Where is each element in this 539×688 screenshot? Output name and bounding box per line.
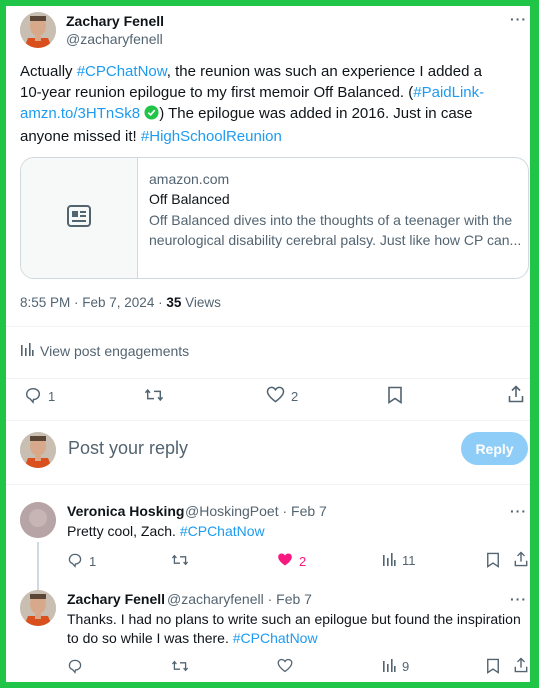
views-action[interactable]: 9 <box>382 658 409 675</box>
reply-author-handle[interactable]: @zacharyfenell · Feb 7 <box>167 591 312 607</box>
tweet-text-segment: ) The epilogue was added in 2016. Just i… <box>159 105 473 122</box>
reply-avatar[interactable] <box>20 502 56 538</box>
divider <box>6 378 530 379</box>
thread-connector <box>37 542 39 590</box>
reply-text: Pretty cool, Zach. #CPChatNow <box>67 522 265 541</box>
reply-text-line: Thanks. I had no plans to write such an … <box>67 611 521 627</box>
heart-icon <box>277 658 293 676</box>
reply-avatar[interactable] <box>20 590 56 626</box>
reply-action[interactable]: 1 <box>67 552 96 571</box>
reply-author-name[interactable]: Veronica Hosking <box>67 503 184 519</box>
view-engagements-link[interactable]: View post engagements <box>20 342 189 359</box>
reply-author-name[interactable]: Zachary Fenell <box>67 591 165 607</box>
reply-icon <box>24 386 42 407</box>
retweet-action[interactable] <box>144 386 164 407</box>
author-handle[interactable]: @zacharyfenell <box>66 31 163 47</box>
reply-text-segment: to do so while I was there. <box>67 630 233 646</box>
card-domain: amazon.com <box>149 171 230 187</box>
share-icon <box>514 551 528 570</box>
link-preview-card[interactable]: amazon.com Off Balanced Off Balanced div… <box>20 157 529 279</box>
reply-icon <box>67 552 83 571</box>
author-name[interactable]: Zachary Fenell <box>66 13 164 29</box>
bookmark-action[interactable] <box>486 658 500 677</box>
card-description-line: Off Balanced dives into the thoughts of … <box>149 212 513 228</box>
analytics-icon <box>382 658 396 675</box>
tweet-text-segment: anyone missed it! <box>20 128 141 145</box>
bookmark-action[interactable] <box>387 386 403 407</box>
share-icon <box>514 657 528 676</box>
reply-input[interactable]: Post your reply <box>68 438 188 459</box>
share-action[interactable] <box>514 657 528 676</box>
user-avatar[interactable] <box>20 432 56 468</box>
tweet-thread-frame: Zachary Fenell @zacharyfenell ··· Actual… <box>6 6 530 682</box>
tweet-text-segment: , the reunion was such an experience I a… <box>166 63 482 80</box>
views-count: 35 <box>166 295 182 310</box>
tweet-text: Actually #CPChatNow, the reunion was suc… <box>20 61 520 147</box>
reply-count: 1 <box>48 389 56 404</box>
timestamp-text[interactable]: 8:55 PM · Feb 7, 2024 · <box>20 295 166 310</box>
views-count: 9 <box>402 659 410 674</box>
reply-action[interactable]: 1 <box>24 386 55 407</box>
views-count: 11 <box>402 553 416 568</box>
document-icon <box>67 204 91 232</box>
reply-action[interactable] <box>67 658 83 677</box>
author-avatar[interactable] <box>20 12 56 48</box>
retweet-icon <box>171 658 189 677</box>
more-options-icon[interactable]: ··· <box>510 11 527 27</box>
like-count: 2 <box>291 388 299 404</box>
card-title: Off Balanced <box>149 191 230 207</box>
reply-icon <box>67 658 83 677</box>
views-label: Views <box>181 295 221 310</box>
share-action[interactable] <box>514 551 528 570</box>
reply-text: Thanks. I had no plans to write such an … <box>67 610 527 648</box>
card-thumbnail <box>21 158 138 278</box>
more-options-icon[interactable]: ··· <box>510 503 527 519</box>
divider <box>6 484 530 485</box>
divider <box>6 326 530 327</box>
share-action[interactable] <box>508 385 524 406</box>
divider <box>6 420 530 421</box>
like-count: 2 <box>299 553 307 569</box>
tweet-text-segment: 10-year reunion epilogue to my first mem… <box>20 84 414 101</box>
tweet-text-segment: Actually <box>20 63 77 80</box>
card-description: Off Balanced dives into the thoughts of … <box>149 210 523 250</box>
hashtag-link[interactable]: #PaidLink- <box>413 84 484 101</box>
bookmark-icon <box>486 658 500 677</box>
bookmark-icon <box>387 386 403 407</box>
like-action[interactable] <box>277 658 293 676</box>
hashtag-link[interactable]: #HighSchoolReunion <box>141 128 282 145</box>
hashtag-link[interactable]: #CPChatNow <box>77 63 167 80</box>
retweet-action[interactable] <box>171 658 189 677</box>
retweet-icon <box>171 552 189 571</box>
bookmark-action[interactable] <box>486 552 500 571</box>
retweet-icon <box>144 386 164 407</box>
reply-count: 1 <box>89 554 97 569</box>
analytics-icon <box>382 552 396 569</box>
like-action-active[interactable]: 2 <box>277 552 306 570</box>
heart-filled-icon <box>277 552 293 570</box>
card-description-line: neurological disability cerebral palsy. … <box>149 232 522 248</box>
retweet-action[interactable] <box>171 552 189 571</box>
verified-check-icon <box>144 105 159 126</box>
like-action[interactable]: 2 <box>266 386 298 406</box>
tweet-timestamp: 8:55 PM · Feb 7, 2024 · 35 Views <box>20 295 221 310</box>
hashtag-link[interactable]: #CPChatNow <box>180 523 265 539</box>
reply-author-handle[interactable]: @HoskingPoet · Feb 7 <box>185 503 327 519</box>
engagements-label: View post engagements <box>40 342 190 359</box>
bookmark-icon <box>486 552 500 571</box>
more-options-icon[interactable]: ··· <box>510 591 527 607</box>
analytics-icon <box>20 342 34 359</box>
reply-text-segment: Pretty cool, Zach. <box>67 523 180 539</box>
amazon-link[interactable]: amzn.to/3HTnSk8 <box>20 105 140 122</box>
heart-icon <box>266 386 285 406</box>
reply-button[interactable]: Reply <box>461 432 528 465</box>
views-action[interactable]: 11 <box>382 552 416 569</box>
hashtag-link[interactable]: #CPChatNow <box>233 630 318 646</box>
share-icon <box>508 385 524 406</box>
